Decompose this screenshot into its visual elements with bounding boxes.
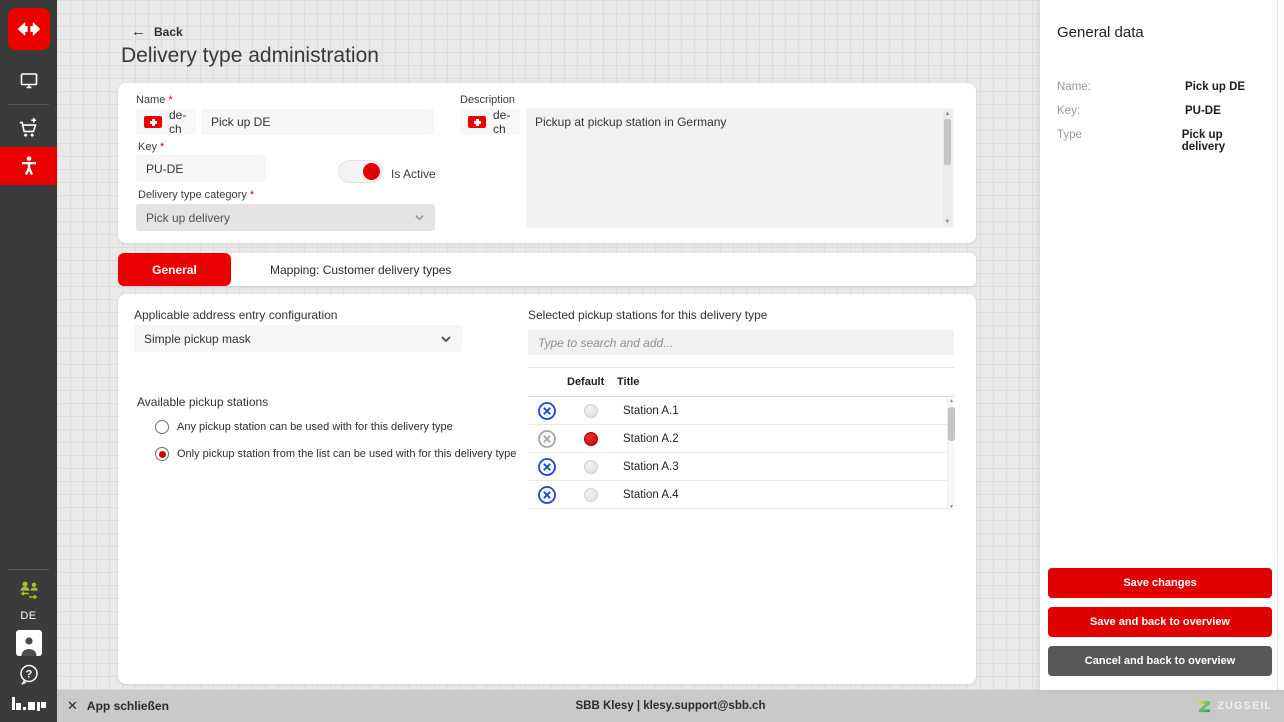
users-switch-icon bbox=[16, 578, 42, 602]
chevron-down-icon bbox=[440, 333, 452, 345]
remove-station-icon[interactable] bbox=[537, 401, 557, 421]
stations-table-header: Default Title bbox=[528, 367, 954, 397]
station-title: Station A.1 bbox=[623, 405, 679, 417]
table-row: Station A.1 bbox=[528, 397, 954, 425]
description-language-code: de-ch bbox=[493, 108, 512, 136]
station-title: Station A.2 bbox=[623, 433, 679, 445]
default-radio[interactable] bbox=[584, 404, 598, 418]
save-changes-button[interactable]: Save changes bbox=[1048, 568, 1272, 598]
zugseil-wordmark: ZUGSEIL bbox=[1217, 700, 1272, 712]
monitor-icon bbox=[17, 69, 41, 93]
sidebar-divider bbox=[8, 104, 49, 105]
zugseil-brand: ZUGSEIL bbox=[1197, 699, 1272, 714]
page-title: Delivery type administration bbox=[121, 44, 379, 68]
language-indicator[interactable]: DE bbox=[20, 606, 36, 626]
description-text: Pickup at pickup station in Germany bbox=[535, 115, 726, 129]
panel-title: General data bbox=[1057, 24, 1144, 41]
panel-field-name: Name: Pick up DE bbox=[1057, 81, 1267, 93]
address-config-select[interactable]: Simple pickup mask bbox=[134, 325, 462, 352]
bp-logo-icon bbox=[0, 690, 57, 716]
remove-station-icon[interactable] bbox=[537, 457, 557, 477]
key-label: Key * bbox=[138, 141, 164, 153]
column-title: Title bbox=[617, 376, 639, 388]
name-language-code: de-ch bbox=[169, 108, 188, 136]
swiss-flag-icon bbox=[468, 116, 486, 128]
stations-table: Default Title Station A.1Station A.2Stat… bbox=[528, 367, 954, 509]
form-card: Name * de-ch Key * Is Active Delivery ty… bbox=[118, 83, 976, 243]
description-language-chip: de-ch bbox=[460, 109, 520, 135]
sidebar-item-cart-add[interactable] bbox=[0, 109, 57, 147]
remove-station-icon[interactable] bbox=[537, 485, 557, 505]
double-arrow-icon bbox=[16, 16, 42, 42]
back-arrow-icon: ← bbox=[131, 23, 146, 40]
sidebar-avatar[interactable] bbox=[0, 626, 57, 660]
general-tab-panel: Applicable address entry configuration S… bbox=[118, 294, 976, 684]
category-value: Pick up delivery bbox=[146, 211, 230, 225]
panel-field-type: Type Pick up delivery bbox=[1057, 129, 1267, 153]
address-config-value: Simple pickup mask bbox=[144, 332, 251, 346]
swiss-flag-icon bbox=[144, 116, 162, 128]
bottom-bar: ✕ App schließen SBB Klesy | klesy.suppor… bbox=[57, 690, 1284, 722]
station-title: Station A.4 bbox=[623, 489, 679, 501]
available-stations-label: Available pickup stations bbox=[137, 395, 268, 409]
radio-circle-icon bbox=[155, 420, 169, 434]
stations-scrollbar[interactable]: ▲▼ bbox=[947, 398, 954, 510]
radio-circle-icon bbox=[155, 447, 169, 461]
help-icon: ? bbox=[18, 663, 40, 687]
sidebar-item-user-switch[interactable] bbox=[0, 574, 57, 606]
tab-mapping-customer-delivery-types[interactable]: Mapping: Customer delivery types bbox=[231, 253, 491, 286]
user-info: SBB Klesy | klesy.support@sbb.ch bbox=[57, 700, 1284, 712]
default-radio[interactable] bbox=[584, 460, 598, 474]
table-row: Station A.3 bbox=[528, 453, 954, 481]
key-input[interactable] bbox=[136, 155, 266, 182]
name-label: Name * bbox=[136, 94, 173, 106]
table-row: Station A.2 bbox=[528, 425, 954, 453]
name-language-chip: de-ch bbox=[136, 109, 196, 135]
back-button[interactable]: ← Back bbox=[131, 23, 183, 40]
default-radio[interactable] bbox=[584, 432, 598, 446]
stations-table-body: Station A.1 Station A.2 Station A.3 Station… bbox=[528, 397, 954, 509]
cart-add-icon bbox=[16, 115, 42, 141]
radio-any-station[interactable]: Any pickup station can be used with for … bbox=[155, 420, 453, 434]
sidebar-help[interactable]: ? bbox=[0, 660, 57, 690]
sidebar-item-delivery-types[interactable] bbox=[0, 147, 57, 185]
station-search-input[interactable] bbox=[528, 330, 954, 355]
is-active-toggle[interactable] bbox=[338, 160, 383, 183]
panel-field-key: Key: PU-DE bbox=[1057, 105, 1267, 117]
description-textarea[interactable]: Pickup at pickup station in Germany ▲ ▼ bbox=[526, 108, 954, 228]
chevron-down-icon bbox=[414, 212, 425, 223]
toggle-knob bbox=[363, 163, 380, 180]
default-radio[interactable] bbox=[584, 488, 598, 502]
address-config-label: Applicable address entry configuration bbox=[134, 308, 337, 322]
tab-general[interactable]: General bbox=[118, 253, 231, 286]
is-active-label: Is Active bbox=[391, 167, 436, 181]
panel-scrollbar[interactable] bbox=[1277, 0, 1284, 690]
category-select: Pick up delivery bbox=[136, 204, 435, 231]
radio-only-list-stations[interactable]: Only pickup station from the list can be… bbox=[155, 447, 516, 461]
accessibility-person-icon bbox=[17, 154, 41, 178]
category-label: Delivery type category * bbox=[138, 189, 254, 201]
selected-stations-label: Selected pickup stations for this delive… bbox=[528, 308, 767, 322]
back-label: Back bbox=[154, 25, 183, 39]
column-default: Default bbox=[567, 376, 617, 388]
name-input[interactable] bbox=[201, 109, 434, 135]
svg-text:?: ? bbox=[25, 668, 32, 680]
sidebar: DE ? bbox=[0, 0, 57, 722]
general-data-panel: General data Name: Pick up DE Key: PU-DE… bbox=[1040, 0, 1284, 690]
station-title: Station A.3 bbox=[623, 461, 679, 473]
sidebar-item-monitor[interactable] bbox=[0, 62, 57, 100]
avatar-icon bbox=[16, 630, 42, 656]
description-label: Description bbox=[460, 94, 515, 106]
cancel-and-back-button[interactable]: Cancel and back to overview bbox=[1048, 646, 1272, 676]
save-and-back-button[interactable]: Save and back to overview bbox=[1048, 607, 1272, 637]
zugseil-z-icon bbox=[1197, 699, 1212, 714]
sbb-logo-icon[interactable] bbox=[8, 8, 50, 50]
sidebar-divider-bottom bbox=[8, 569, 49, 570]
table-row: Station A.4 bbox=[528, 481, 954, 509]
tab-bar: General Mapping: Customer delivery types bbox=[118, 253, 976, 286]
remove-station-icon[interactable] bbox=[537, 429, 557, 449]
description-scrollbar[interactable]: ▲ ▼ bbox=[943, 110, 952, 226]
